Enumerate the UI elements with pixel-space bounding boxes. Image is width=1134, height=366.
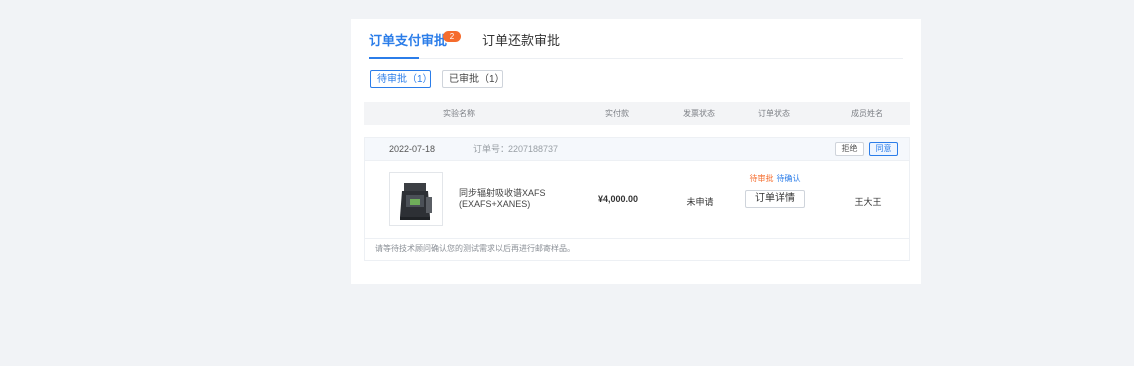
status-pending-approval: 待审批	[749, 174, 774, 183]
column-header-amount: 实付款	[605, 109, 629, 118]
reject-button[interactable]: 拒绝	[835, 142, 864, 156]
order-row: 同步辐射吸收谱XAFS (EXAFS+XANES) ¥4,000.00 未申请 …	[365, 160, 909, 239]
tab-order-payment-approval[interactable]: 订单支付审批 2	[369, 31, 461, 50]
column-header-invoice: 发票状态	[683, 109, 715, 118]
order-footer-note: 请等待技术顾问确认您的测试需求以后再进行邮寄样品。	[375, 244, 575, 253]
invoice-status: 未申请	[686, 197, 714, 207]
order-number-label: 订单号：	[473, 144, 510, 154]
pending-count-badge: 2	[443, 31, 461, 42]
order-date: 2022-07-18	[389, 144, 436, 154]
tab-label: 订单支付审批	[369, 33, 448, 48]
column-header-order-status: 订单状态	[758, 109, 790, 118]
paid-amount: ¥4,000.00	[597, 194, 639, 204]
approval-panel: 订单支付审批 2 订单还款审批 待审批（1） 已审批（1） 实验名称 实付款 发…	[351, 19, 921, 284]
filter-approved-button[interactable]: 已审批（1）	[442, 70, 505, 88]
member-name: 王大王	[854, 197, 882, 207]
order-number: 2207188737	[508, 144, 559, 154]
order-card: 2022-07-18 订单号： 2207188737 拒绝 同意 同步辐射吸收谱…	[364, 137, 910, 261]
filter-pending-button[interactable]: 待审批（1）	[370, 70, 433, 88]
instrument-image[interactable]	[389, 172, 443, 226]
approval-tabs: 订单支付审批 2 订单还款审批	[369, 29, 903, 59]
active-tab-indicator	[369, 57, 419, 59]
agree-button[interactable]: 同意	[869, 142, 898, 156]
tab-order-repayment-approval[interactable]: 订单还款审批	[482, 32, 560, 50]
order-status: 待审批 待确认 订单详情	[735, 174, 815, 208]
status-pending-confirmation: 待确认	[776, 174, 801, 183]
column-header-member: 成员姓名	[851, 109, 883, 118]
order-header: 2022-07-18 订单号： 2207188737 拒绝 同意	[365, 138, 909, 161]
tab-label: 订单还款审批	[482, 33, 561, 48]
order-details-button[interactable]: 订单详情	[745, 190, 805, 208]
column-header-experiment: 实验名称	[443, 109, 475, 118]
experiment-name[interactable]: 同步辐射吸收谱XAFS (EXAFS+XANES)	[459, 188, 569, 210]
status-tags: 待审批 待确认	[735, 174, 815, 184]
instrument-icon	[400, 183, 432, 220]
table-header: 实验名称 实付款 发票状态 订单状态 成员姓名	[364, 102, 910, 125]
